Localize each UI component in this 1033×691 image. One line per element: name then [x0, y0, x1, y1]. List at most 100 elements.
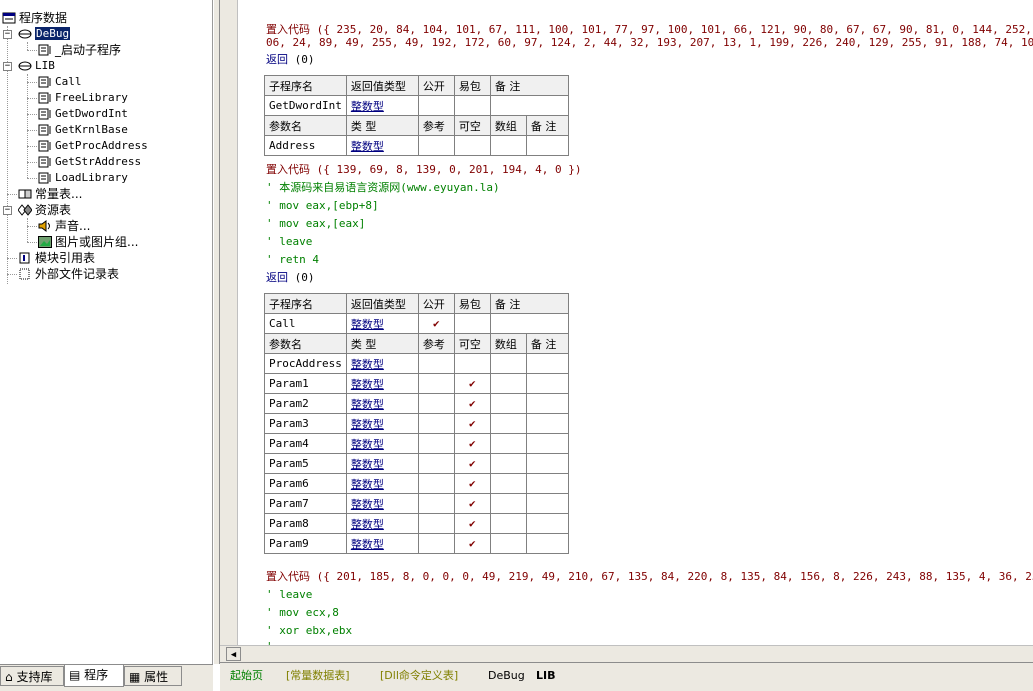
- cell-param-nullable[interactable]: ✔: [453, 533, 491, 554]
- cell-param-ref[interactable]: [417, 135, 455, 156]
- type-link[interactable]: 整数型: [351, 318, 384, 331]
- cell-param-remark[interactable]: [525, 473, 569, 494]
- cell-param-name[interactable]: Param2: [264, 393, 347, 414]
- type-link[interactable]: 整数型: [351, 538, 384, 551]
- cell-param-ref[interactable]: [417, 373, 455, 394]
- comment-line[interactable]: ' mov eax,[eax]: [266, 217, 365, 231]
- cell-param-array[interactable]: [489, 393, 527, 414]
- cell-param-ref[interactable]: [417, 473, 455, 494]
- debug-expander[interactable]: −: [3, 30, 12, 39]
- tab-dll-commands[interactable]: [Dll命令定义表]: [380, 666, 458, 686]
- cell-param-nullable[interactable]: ✔: [453, 433, 491, 454]
- cell-param-array[interactable]: [489, 473, 527, 494]
- cell-param-remark[interactable]: [525, 453, 569, 474]
- cell-param-nullable[interactable]: ✔: [453, 513, 491, 534]
- cell-param-array[interactable]: [489, 373, 527, 394]
- cell-param-type[interactable]: 整数型: [345, 135, 419, 156]
- code-line-return-2[interactable]: 返回 (0): [266, 271, 315, 285]
- comment-line[interactable]: ' retn 4: [266, 253, 319, 267]
- cell-param-ref[interactable]: [417, 433, 455, 454]
- code-line-inline-1[interactable]: 置入代码 ({ 235, 20, 84, 104, 101, 67, 111, …: [266, 23, 1033, 37]
- tree-item-lib-sub[interactable]: GetStrAddress: [38, 154, 141, 170]
- cell-param-nullable[interactable]: ✔: [453, 453, 491, 474]
- type-link[interactable]: 整数型: [351, 140, 384, 153]
- tree-item-images[interactable]: 图片或图片组...: [38, 234, 138, 250]
- type-link[interactable]: 整数型: [351, 398, 384, 411]
- cell-return-type[interactable]: 整数型: [345, 313, 419, 334]
- cell-param-type[interactable]: 整数型: [345, 513, 419, 534]
- panel-splitter[interactable]: [213, 0, 220, 664]
- comment-line[interactable]: ' mov eax,[ebp+8]: [266, 199, 379, 213]
- cell-remark[interactable]: [489, 313, 569, 334]
- cell-param-remark[interactable]: [525, 135, 569, 156]
- tab-start-page[interactable]: 起始页: [230, 666, 263, 686]
- cell-param-array[interactable]: [489, 135, 527, 156]
- tab-debug[interactable]: DeBug: [488, 666, 525, 686]
- tab-program[interactable]: ▤ 程序: [64, 665, 124, 687]
- cell-param-ref[interactable]: [417, 533, 455, 554]
- cell-param-ref[interactable]: [417, 353, 455, 374]
- cell-param-name[interactable]: ProcAddress: [264, 353, 347, 374]
- cell-param-name[interactable]: Param6: [264, 473, 347, 494]
- horizontal-scrollbar[interactable]: ◀: [220, 645, 1033, 662]
- cell-param-name[interactable]: Address: [264, 135, 347, 156]
- code-line-inline-2[interactable]: 置入代码 ({ 139, 69, 8, 139, 0, 201, 194, 4,…: [266, 163, 582, 177]
- cell-easy-pack[interactable]: [453, 95, 491, 116]
- tree-item-lib-sub[interactable]: GetDwordInt: [38, 106, 128, 122]
- cell-param-type[interactable]: 整数型: [345, 373, 419, 394]
- comment-line[interactable]: ' xor ebx,ebx: [266, 624, 352, 638]
- cell-param-name[interactable]: Param1: [264, 373, 347, 394]
- cell-param-remark[interactable]: [525, 373, 569, 394]
- cell-param-array[interactable]: [489, 493, 527, 514]
- type-link[interactable]: 整数型: [351, 358, 384, 371]
- cell-public-check[interactable]: ✔: [417, 313, 455, 334]
- tree-item-lib-sub[interactable]: FreeLibrary: [38, 90, 128, 106]
- cell-param-array[interactable]: [489, 353, 527, 374]
- cell-param-remark[interactable]: [525, 533, 569, 554]
- code-line-inline-3[interactable]: 置入代码 ({ 201, 185, 8, 0, 0, 0, 49, 219, 4…: [266, 570, 1033, 584]
- cell-param-array[interactable]: [489, 453, 527, 474]
- tree-item-lib-sub[interactable]: Call: [38, 74, 82, 90]
- cell-sub-name[interactable]: Call: [264, 313, 347, 334]
- cell-param-ref[interactable]: [417, 513, 455, 534]
- tab-lib[interactable]: LIB: [536, 666, 556, 686]
- cell-param-type[interactable]: 整数型: [345, 493, 419, 514]
- cell-param-name[interactable]: Param7: [264, 493, 347, 514]
- cell-param-nullable[interactable]: ✔: [453, 473, 491, 494]
- code-line-return-1[interactable]: 返回 (0): [266, 53, 315, 67]
- tab-constants-table[interactable]: [常量数据表]: [286, 666, 350, 686]
- cell-param-name[interactable]: Param3: [264, 413, 347, 434]
- cell-param-type[interactable]: 整数型: [345, 533, 419, 554]
- cell-param-remark[interactable]: [525, 353, 569, 374]
- cell-public[interactable]: [417, 95, 455, 116]
- code-line-inline-1-cont[interactable]: 06, 24, 89, 49, 255, 49, 192, 172, 60, 9…: [266, 36, 1033, 50]
- tree-item-constants[interactable]: 常量表...: [18, 186, 82, 202]
- cell-return-type[interactable]: 整数型: [345, 95, 419, 116]
- tree-item-external-files[interactable]: 外部文件记录表: [18, 266, 119, 282]
- type-link[interactable]: 整数型: [351, 100, 384, 113]
- comment-line[interactable]: ' 本源码来自易语言资源网(www.eyuyan.la): [266, 181, 500, 195]
- cell-param-remark[interactable]: [525, 493, 569, 514]
- type-link[interactable]: 整数型: [351, 518, 384, 531]
- type-link[interactable]: 整数型: [351, 478, 384, 491]
- cell-param-nullable[interactable]: ✔: [453, 373, 491, 394]
- cell-param-array[interactable]: [489, 513, 527, 534]
- cell-param-type[interactable]: 整数型: [345, 433, 419, 454]
- cell-param-type[interactable]: 整数型: [345, 353, 419, 374]
- type-link[interactable]: 整数型: [351, 418, 384, 431]
- comment-line[interactable]: ' mov ecx,8: [266, 606, 339, 620]
- type-link[interactable]: 整数型: [351, 458, 384, 471]
- lib-expander[interactable]: −: [3, 62, 12, 71]
- cell-param-array[interactable]: [489, 413, 527, 434]
- cell-param-ref[interactable]: [417, 453, 455, 474]
- cell-param-remark[interactable]: [525, 413, 569, 434]
- tree-item-lib-sub[interactable]: LoadLibrary: [38, 170, 128, 186]
- cell-param-nullable[interactable]: ✔: [453, 493, 491, 514]
- cell-param-remark[interactable]: [525, 433, 569, 454]
- scroll-left-arrow-icon[interactable]: ◀: [226, 647, 241, 661]
- type-link[interactable]: 整数型: [351, 498, 384, 511]
- cell-param-remark[interactable]: [525, 393, 569, 414]
- tree-item-lib-sub[interactable]: GetProcAddress: [38, 138, 148, 154]
- cell-param-type[interactable]: 整数型: [345, 453, 419, 474]
- cell-param-name[interactable]: Param9: [264, 533, 347, 554]
